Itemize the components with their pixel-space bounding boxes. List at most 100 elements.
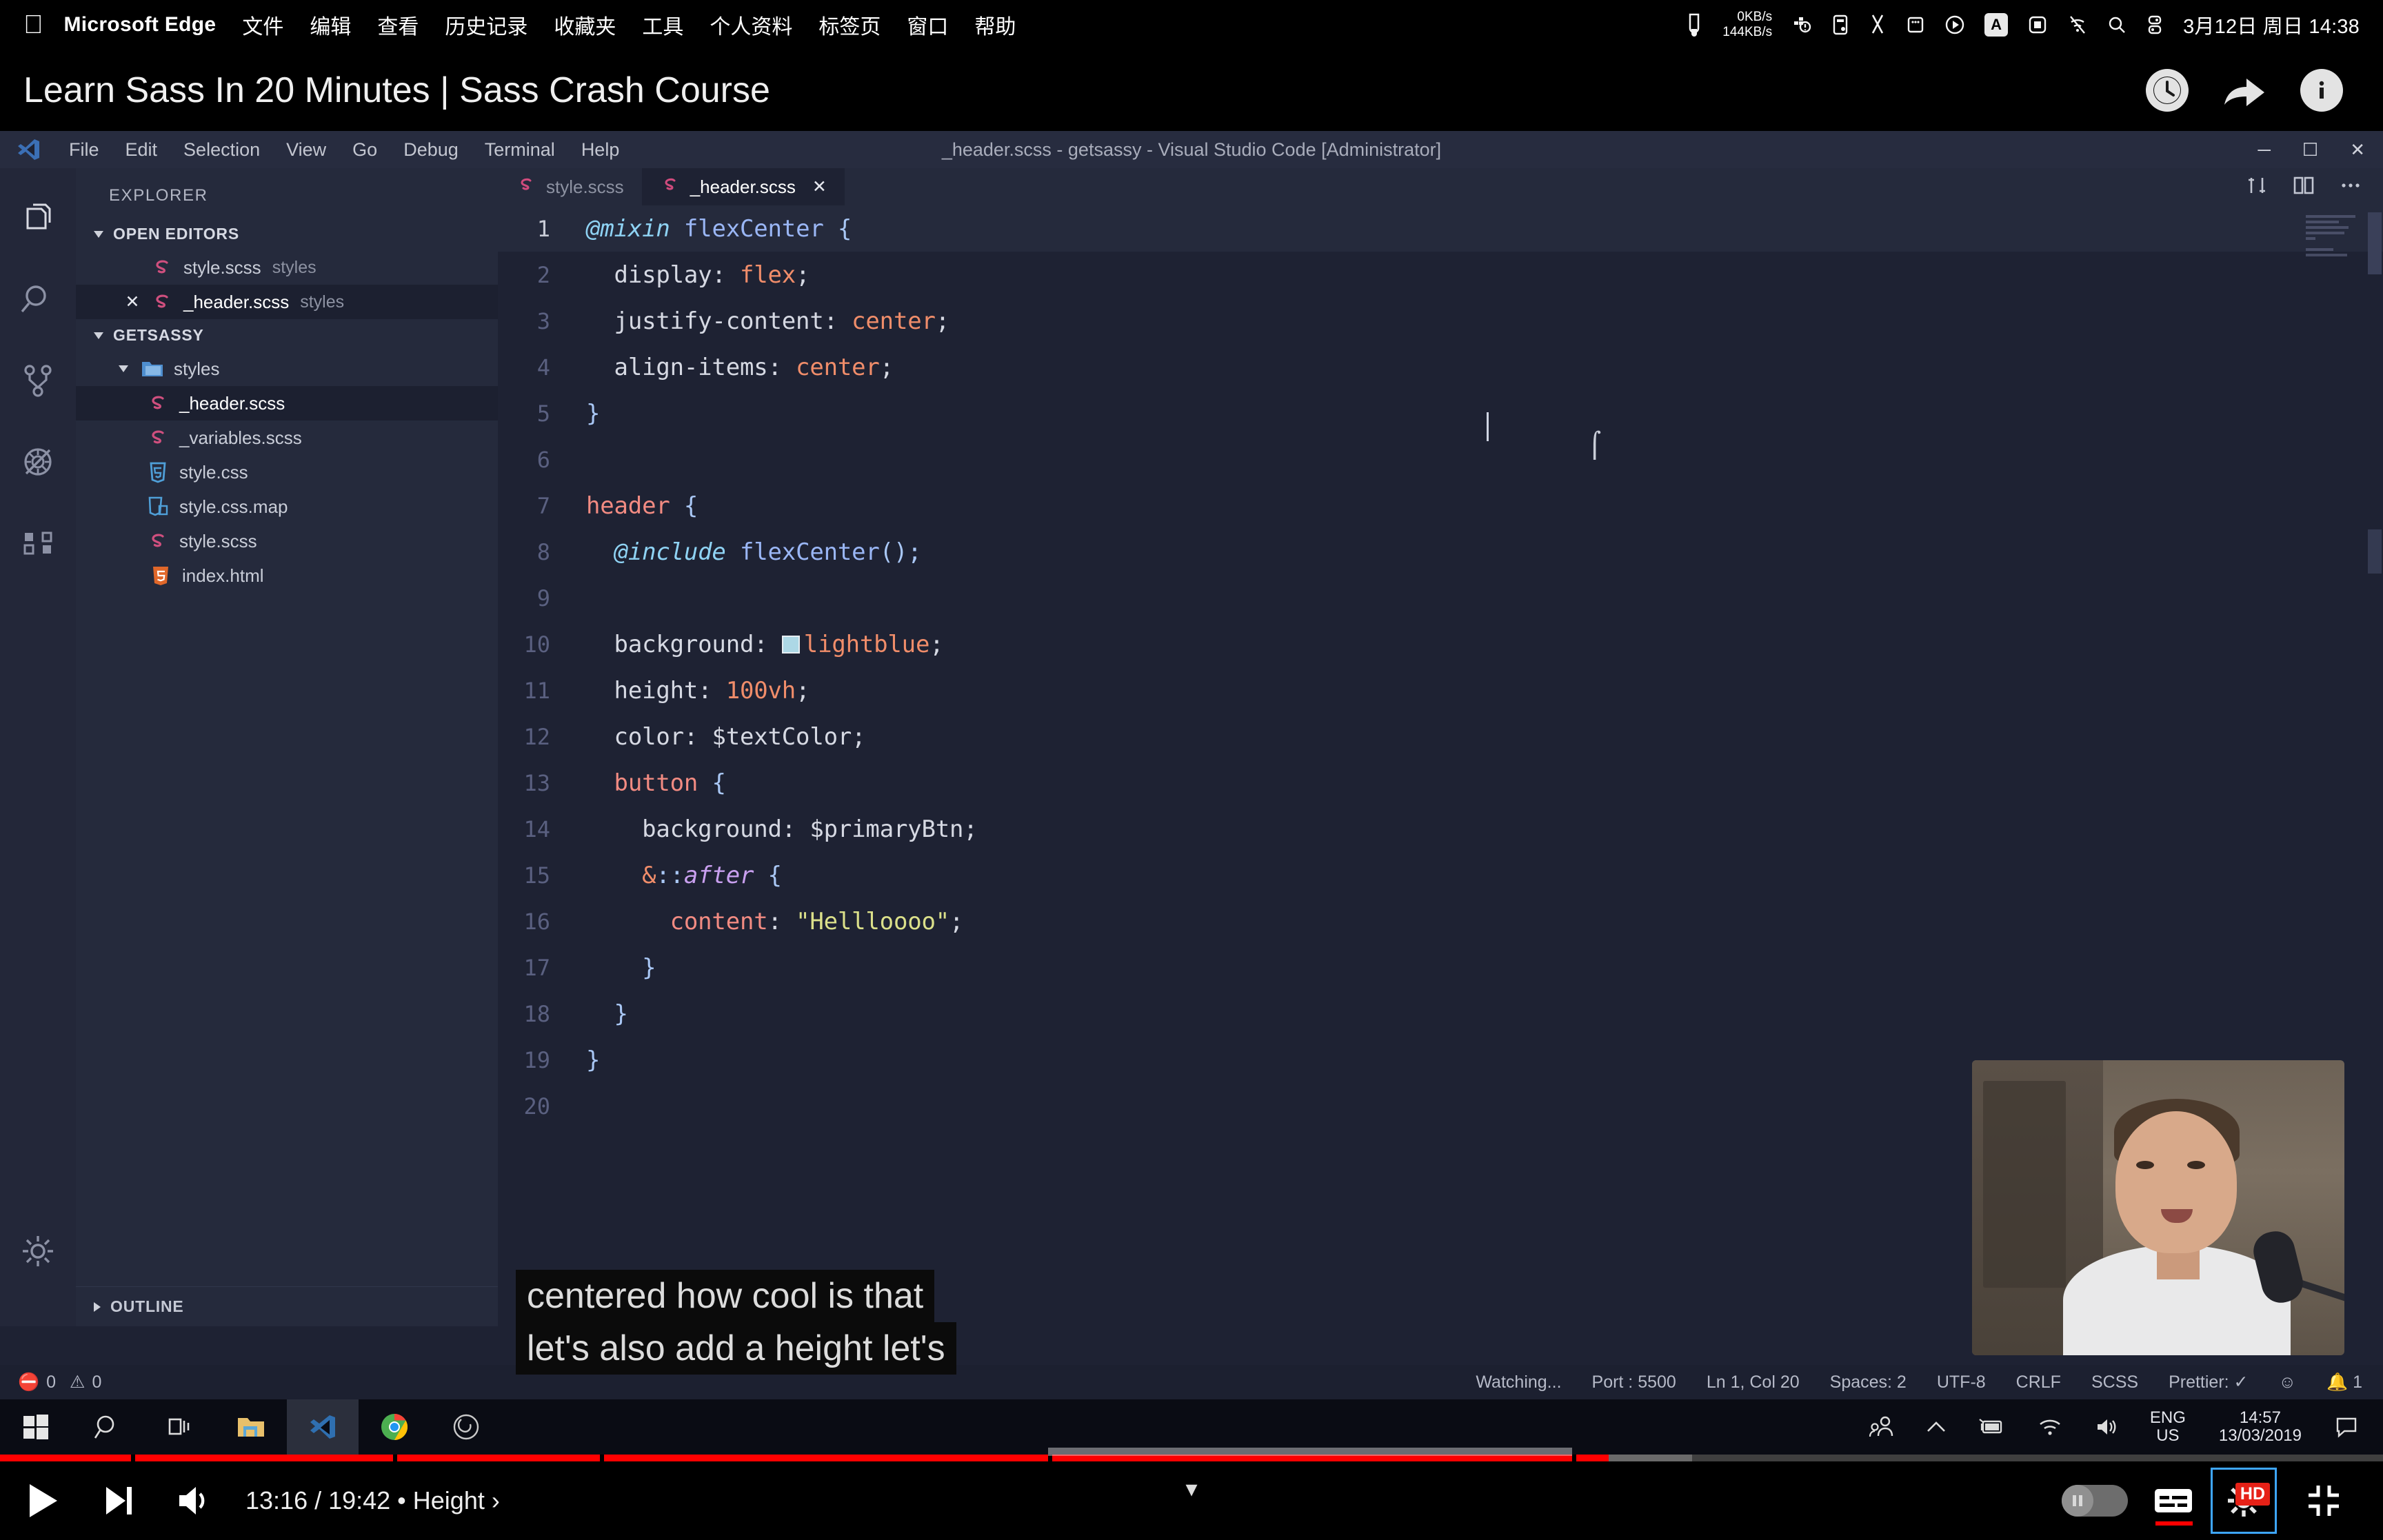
status-problems[interactable]: ⛔ 0 ⚠ 0 <box>18 1372 101 1392</box>
scissors-icon[interactable] <box>1869 14 1887 36</box>
vscode-taskbar-button[interactable] <box>287 1399 359 1455</box>
next-video-button[interactable] <box>86 1468 152 1534</box>
show-hidden-icons-chevron[interactable] <box>1910 1399 1962 1455</box>
vscode-menu-selection[interactable]: Selection <box>183 139 260 161</box>
code-line[interactable]: 6 <box>498 436 2383 483</box>
open-editor-item[interactable]: style.scss styles <box>76 250 498 285</box>
code-line[interactable]: 10 background: lightblue; <box>498 621 2383 667</box>
maximize-button[interactable]: ☐ <box>2302 141 2318 159</box>
file-style-css[interactable]: style.css <box>76 455 498 489</box>
display-icon[interactable] <box>2027 14 2048 35</box>
macos-menu-8[interactable]: 窗口 <box>907 10 948 40</box>
status-encoding[interactable]: UTF-8 <box>1937 1372 1986 1392</box>
battery-monitor-icon[interactable] <box>1831 14 1849 36</box>
people-icon[interactable] <box>1853 1399 1910 1455</box>
source-control-icon[interactable] <box>13 356 63 405</box>
network-speed-indicator[interactable]: 0KB/s 144KB/s <box>1722 10 1772 40</box>
expand-description-chevron-icon[interactable]: ▾ <box>1185 1475 1197 1503</box>
tab-style-scss[interactable]: style.scss <box>498 168 642 205</box>
status-watching[interactable]: Watching... <box>1476 1372 1561 1392</box>
debug-icon[interactable] <box>13 437 63 487</box>
wifi-icon[interactable] <box>2022 1399 2078 1455</box>
split-editor-icon[interactable] <box>2245 174 2269 201</box>
file-style-css-map[interactable]: style.css.map <box>76 489 498 524</box>
code-line[interactable]: 14 background: $primaryBtn; <box>498 806 2383 852</box>
code-line[interactable]: 13 button { <box>498 760 2383 806</box>
volume-icon[interactable] <box>2078 1399 2135 1455</box>
start-button[interactable] <box>0 1399 72 1455</box>
code-line[interactable]: 18 } <box>498 991 2383 1037</box>
input-language-indicator[interactable]: ENG US <box>2135 1409 2201 1445</box>
code-line[interactable]: 3 justify-content: center; <box>498 298 2383 344</box>
file-index-html[interactable]: index.html <box>76 558 498 593</box>
open-changes-icon[interactable] <box>2292 174 2315 201</box>
search-icon[interactable] <box>13 274 63 324</box>
wifi-off-icon[interactable] <box>2067 14 2088 35</box>
macos-menu-5[interactable]: 工具 <box>642 10 683 40</box>
dropbox-icon[interactable] <box>1906 14 1925 36</box>
info-button[interactable] <box>2300 69 2343 112</box>
macos-menu-9[interactable]: 帮助 <box>974 10 1016 40</box>
code-line[interactable]: 11 height: 100vh; <box>498 667 2383 713</box>
settings-gear-icon[interactable] <box>13 1236 63 1295</box>
minimap[interactable] <box>2306 215 2365 277</box>
vscode-menu-go[interactable]: Go <box>352 139 377 161</box>
status-indentation[interactable]: Spaces: 2 <box>1830 1372 1907 1392</box>
editor-scrollbar-thumb[interactable] <box>2368 212 2382 274</box>
status-prettier[interactable]: Prettier: ✓ <box>2169 1372 2248 1392</box>
taskbar-search-button[interactable] <box>72 1399 143 1455</box>
open-editors-section-header[interactable]: OPEN EDITORS <box>76 218 498 250</box>
code-line[interactable]: 8 @include flexCenter(); <box>498 529 2383 575</box>
input-source-icon[interactable]: A <box>1984 13 2009 37</box>
pocket-icon[interactable] <box>1685 13 1703 37</box>
explorer-icon[interactable] <box>13 193 63 243</box>
play-circle-icon[interactable] <box>1944 14 1965 35</box>
macos-menu-6[interactable]: 个人资料 <box>710 10 792 40</box>
close-icon[interactable]: ✕ <box>812 176 827 197</box>
macos-menu-0[interactable]: 文件 <box>242 10 283 40</box>
chrome-taskbar-button[interactable] <box>359 1399 430 1455</box>
macos-menu-1[interactable]: 编辑 <box>310 10 351 40</box>
code-line[interactable]: 1 @mixin flexCenter { <box>498 205 2383 252</box>
vscode-menu-file[interactable]: File <box>69 139 99 161</box>
taskbar-clock[interactable]: 14:57 13/03/2019 <box>2201 1409 2320 1445</box>
code-line[interactable]: 4 align-items: center; <box>498 344 2383 390</box>
file--header-scss[interactable]: _header.scss <box>76 386 498 421</box>
docker-icon[interactable] <box>1791 14 1812 35</box>
close-button[interactable]: ✕ <box>2350 141 2365 159</box>
vscode-menu-terminal[interactable]: Terminal <box>485 139 555 161</box>
time-display[interactable]: 13:16 / 19:42 • Height › <box>245 1486 500 1515</box>
file-explorer-button[interactable] <box>215 1399 287 1455</box>
extensions-icon[interactable] <box>13 518 63 568</box>
file-style-scss[interactable]: style.scss <box>76 524 498 558</box>
more-actions-icon[interactable] <box>2339 174 2362 201</box>
clock-datetime[interactable]: 3月12日 周日 14:38 <box>2183 10 2360 39</box>
close-icon[interactable]: ✕ <box>119 292 146 312</box>
minimize-button[interactable]: ─ <box>2258 141 2270 159</box>
volume-button[interactable] <box>161 1468 228 1534</box>
vscode-menu-view[interactable]: View <box>286 139 326 161</box>
smiley-icon[interactable]: ☺ <box>2278 1372 2296 1392</box>
status-notifications[interactable]: 🔔 1 <box>2326 1372 2362 1392</box>
macos-menu-7[interactable]: 标签页 <box>818 10 881 40</box>
watch-later-button[interactable] <box>2146 69 2189 112</box>
video-title[interactable]: Learn Sass In 20 Minutes | Sass Crash Co… <box>23 70 770 111</box>
active-app-name[interactable]: Microsoft Edge <box>64 13 217 37</box>
code-line[interactable]: 17 } <box>498 944 2383 991</box>
code-line[interactable]: 7 header { <box>498 483 2383 529</box>
control-center-icon[interactable] <box>2146 14 2164 35</box>
subtitles-button[interactable] <box>2140 1468 2206 1534</box>
code-line[interactable]: 2 display: flex; <box>498 252 2383 298</box>
status-language-mode[interactable]: SCSS <box>2091 1372 2138 1392</box>
code-line[interactable]: 16 content: "Hellloooo"; <box>498 898 2383 944</box>
code-line[interactable]: 5} <box>498 390 2383 436</box>
status-cursor-position[interactable]: Ln 1, Col 20 <box>1707 1372 1800 1392</box>
code-line[interactable]: 15 &::after { <box>498 852 2383 898</box>
macos-menu-4[interactable]: 收藏夹 <box>554 10 616 40</box>
project-section-header[interactable]: GETSASSY <box>76 319 498 352</box>
outline-section-header[interactable]: OUTLINE <box>76 1286 498 1326</box>
code-line[interactable]: 9 <box>498 575 2383 621</box>
folder-styles[interactable]: styles <box>76 352 498 386</box>
apple-icon[interactable]:  <box>23 12 43 38</box>
autoplay-toggle[interactable] <box>2062 1482 2136 1519</box>
